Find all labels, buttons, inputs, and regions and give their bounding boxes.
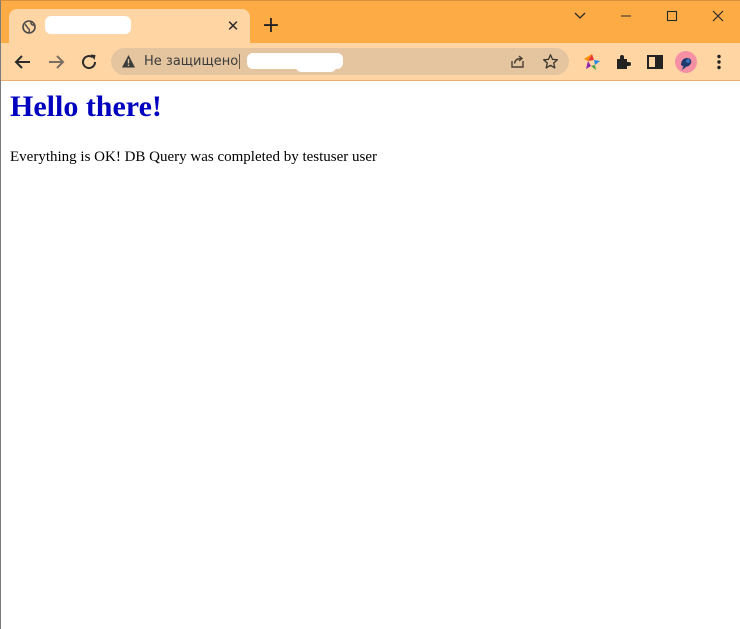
new-tab-button[interactable]: + [260, 15, 282, 37]
warning-icon[interactable] [121, 54, 136, 69]
side-panel-icon[interactable] [643, 50, 667, 74]
address-separator [239, 54, 240, 69]
more-menu-icon[interactable] [707, 50, 731, 74]
forward-button[interactable] [44, 50, 68, 74]
tab-strip: ✕ + [1, 1, 740, 43]
maximize-button[interactable] [649, 1, 695, 31]
browser-toolbar: Не защищено [1, 43, 740, 81]
minimize-button[interactable] [603, 1, 649, 31]
security-label[interactable]: Не защищено [144, 48, 238, 75]
globe-icon [22, 19, 36, 34]
address-bar[interactable]: Не защищено [111, 48, 569, 75]
reload-icon [82, 54, 97, 70]
colorful-star-extension-icon[interactable] [580, 50, 604, 74]
reload-button[interactable] [77, 50, 101, 74]
url-redaction [296, 62, 336, 72]
page-content: Hello there! Everything is OK! DB Query … [1, 81, 740, 629]
profile-avatar[interactable] [675, 51, 697, 73]
active-tab[interactable]: ✕ [9, 9, 250, 43]
bookmark-star-icon[interactable] [542, 53, 559, 70]
share-icon[interactable] [509, 53, 526, 70]
back-button[interactable] [11, 50, 35, 74]
status-message: Everything is OK! DB Query was completed… [10, 149, 378, 165]
puzzle-extensions-icon[interactable] [611, 50, 635, 74]
tab-title [45, 16, 131, 34]
close-window-button[interactable] [695, 1, 740, 31]
tab-search-chevron-icon[interactable] [557, 1, 603, 31]
tab-close-icon[interactable]: ✕ [225, 18, 241, 34]
back-arrow-icon [14, 55, 30, 69]
browser-window: ✕ + Не защищено Hello there! Everything … [0, 0, 740, 629]
forward-arrow-icon [49, 55, 65, 69]
page-heading: Hello there! [10, 90, 162, 123]
